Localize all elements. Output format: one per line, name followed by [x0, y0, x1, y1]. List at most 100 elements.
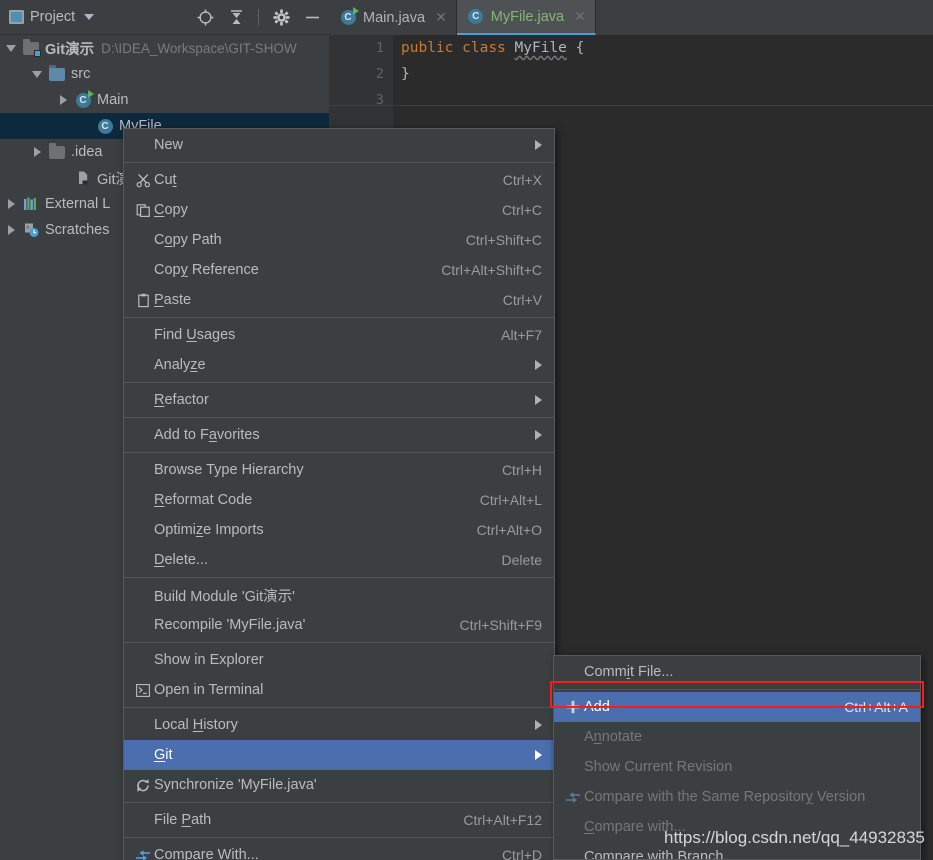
menu-separator	[124, 577, 554, 578]
svg-text:>: >	[26, 225, 30, 232]
expand-arrow-icon[interactable]	[26, 70, 48, 78]
expand-arrow-icon[interactable]	[0, 225, 22, 235]
tab-myfile-java[interactable]: C MyFile.java ✕	[456, 0, 596, 35]
submenu-item-commit-file[interactable]: Commit File...	[554, 657, 920, 687]
menu-item-analyze[interactable]: Analyze	[124, 350, 554, 380]
menu-item-shortcut: Ctrl+X	[502, 172, 542, 188]
menu-item-find-usages[interactable]: Find Usages Alt+F7	[124, 320, 554, 350]
menu-item-optimize-imports[interactable]: Optimize Imports Ctrl+Alt+O	[124, 515, 554, 545]
expand-arrow-icon[interactable]	[0, 199, 22, 209]
context-menu[interactable]: New Cut Ctrl+X Copy Ctrl+C Copy Path Ctr…	[123, 128, 555, 860]
menu-item-show-in-explorer[interactable]: Show in Explorer	[124, 645, 554, 675]
menu-item-label: New	[154, 137, 184, 153]
submenu-arrow-icon	[535, 360, 542, 370]
menu-item-shortcut: Ctrl+Alt+F12	[463, 812, 542, 828]
copy-icon	[132, 203, 154, 218]
expand-arrow-icon[interactable]	[26, 147, 48, 157]
menu-item-synchronize[interactable]: Synchronize 'MyFile.java'	[124, 770, 554, 800]
menu-item-copy-path[interactable]: Copy Path Ctrl+Shift+C	[124, 225, 554, 255]
menu-item-add-to-favorites[interactable]: Add to Favorites	[124, 420, 554, 450]
menu-item-open-in-terminal[interactable]: Open in Terminal	[124, 675, 554, 705]
scissors-icon	[132, 173, 154, 188]
menu-item-shortcut: Ctrl+Shift+F9	[459, 617, 542, 633]
menu-item-label: Refactor	[154, 392, 209, 408]
collapse-all-icon[interactable]	[227, 9, 245, 27]
java-class-runnable-icon: C	[339, 7, 359, 26]
tree-item-main[interactable]: C Main	[0, 87, 329, 113]
project-icon	[9, 10, 24, 24]
menu-item-cut[interactable]: Cut Ctrl+X	[124, 165, 554, 195]
menu-item-label: File Path	[154, 812, 212, 828]
submenu-item-annotate: Annotate	[554, 722, 920, 752]
menu-item-shortcut: Ctrl+Shift+C	[465, 232, 542, 248]
chevron-down-icon[interactable]	[84, 14, 95, 20]
tree-item-label: Main	[97, 92, 129, 108]
folder-icon	[48, 142, 66, 161]
locate-icon[interactable]	[196, 9, 214, 27]
submenu-arrow-icon	[535, 430, 542, 440]
menu-item-shortcut: Ctrl+C	[501, 202, 542, 218]
menu-item-shortcut: Ctrl+V	[502, 292, 542, 308]
menu-item-file-path[interactable]: File Path Ctrl+Alt+F12	[124, 805, 554, 835]
menu-item-build-module[interactable]: Build Module 'Git演示'	[124, 580, 554, 610]
menu-item-paste[interactable]: Paste Ctrl+V	[124, 285, 554, 315]
toolbar-separator	[258, 9, 259, 26]
menu-item-refactor[interactable]: Refactor	[124, 385, 554, 415]
menu-item-label: Commit File...	[584, 664, 674, 680]
menu-item-local-history[interactable]: Local History	[124, 710, 554, 740]
submenu-item-add[interactable]: Add Ctrl+Alt+A	[554, 692, 920, 722]
menu-item-label: Synchronize 'MyFile.java'	[154, 777, 317, 793]
submenu-arrow-icon	[535, 720, 542, 730]
code-line: }	[401, 66, 410, 82]
menu-item-shortcut: Ctrl+H	[501, 462, 542, 478]
tree-item-label: External L	[45, 196, 111, 212]
terminal-icon	[132, 683, 154, 697]
minimize-icon[interactable]	[303, 9, 321, 27]
menu-item-recompile[interactable]: Recompile 'MyFile.java' Ctrl+Shift+F9	[124, 610, 554, 640]
submenu-arrow-icon	[535, 750, 542, 760]
menu-item-label: Delete...	[154, 552, 209, 568]
menu-item-compare-with[interactable]: Compare With... Ctrl+D	[124, 840, 554, 860]
menu-item-new[interactable]: New	[124, 130, 554, 160]
ide-window: Project Git演示 D:\IDEA_Workspace\GIT-SHOW…	[0, 0, 933, 860]
menu-item-reformat-code[interactable]: Reformat Code Ctrl+Alt+L	[124, 485, 554, 515]
menu-item-label: Cut	[154, 172, 177, 188]
menu-item-shortcut: Delete	[501, 552, 542, 568]
editor-tab-bar: C Main.java ✕ C MyFile.java ✕	[329, 0, 933, 35]
menu-item-label: Copy Path	[154, 232, 222, 248]
menu-item-shortcut: Alt+F7	[501, 327, 542, 343]
tree-item-label: Scratches	[45, 222, 110, 238]
menu-item-copy[interactable]: Copy Ctrl+C	[124, 195, 554, 225]
menu-item-git[interactable]: Git	[124, 740, 554, 770]
tree-item-module-root[interactable]: Git演示 D:\IDEA_Workspace\GIT-SHOW	[0, 35, 329, 61]
expand-arrow-icon[interactable]	[52, 95, 74, 105]
compare-icon	[562, 791, 584, 804]
plus-icon	[562, 700, 584, 714]
menu-separator	[554, 689, 920, 690]
line-number: 3	[375, 92, 384, 108]
tab-main-java[interactable]: C Main.java ✕	[329, 0, 457, 35]
menu-item-shortcut: Ctrl+D	[501, 847, 542, 860]
menu-separator	[124, 837, 554, 838]
menu-item-label: Browse Type Hierarchy	[154, 462, 304, 478]
menu-item-copy-reference[interactable]: Copy Reference Ctrl+Alt+Shift+C	[124, 255, 554, 285]
external-libraries-icon	[22, 196, 40, 213]
menu-item-label: Local History	[154, 717, 238, 733]
expand-arrow-icon[interactable]	[0, 44, 22, 52]
project-title-group[interactable]: Project	[9, 9, 95, 25]
menu-item-label: Add to Favorites	[154, 427, 260, 443]
tree-item-src[interactable]: src	[0, 61, 329, 87]
menu-separator	[124, 802, 554, 803]
submenu-arrow-icon	[535, 395, 542, 405]
menu-separator	[124, 317, 554, 318]
close-icon[interactable]: ✕	[574, 8, 586, 25]
menu-item-delete[interactable]: Delete... Delete	[124, 545, 554, 575]
menu-item-label: Optimize Imports	[154, 522, 264, 538]
close-icon[interactable]: ✕	[435, 9, 447, 26]
menu-item-browse-type-hierarchy[interactable]: Browse Type Hierarchy Ctrl+H	[124, 455, 554, 485]
menu-item-label: Find Usages	[154, 327, 236, 343]
gear-icon[interactable]	[272, 9, 290, 27]
line-number: 2	[375, 66, 384, 82]
menu-item-label: Open in Terminal	[154, 682, 264, 698]
tab-label: MyFile.java	[490, 8, 565, 25]
